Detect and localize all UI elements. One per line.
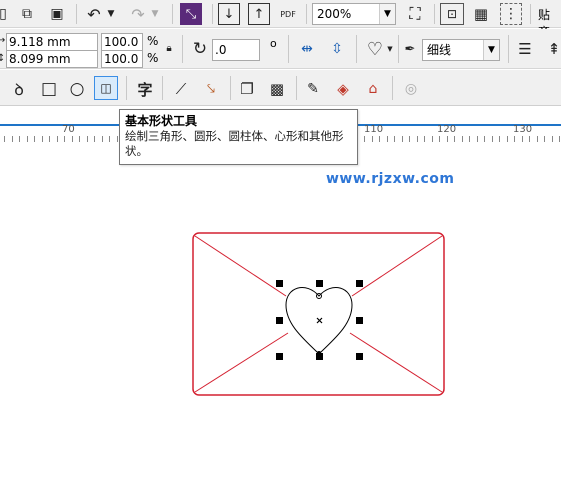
selection-handle[interactable] xyxy=(276,353,283,360)
envelope-diagonal xyxy=(349,332,443,393)
tooltip-description: 绘制三角形、圆形、圆柱体、心形和其他形状。 xyxy=(125,129,344,158)
envelope-diagonal xyxy=(194,332,289,393)
tooltip-title: 基本形状工具 xyxy=(125,114,198,128)
selection-handle[interactable] xyxy=(276,280,283,287)
envelope-diagonal xyxy=(351,235,443,297)
drawing-canvas[interactable] xyxy=(0,0,561,495)
tool-tooltip: 基本形状工具 绘制三角形、圆形、圆柱体、心形和其他形状。 xyxy=(119,109,358,165)
selection-handle[interactable] xyxy=(356,280,363,287)
selection-handle[interactable] xyxy=(356,353,363,360)
watermark-text: www.rjzxw.com xyxy=(326,171,455,187)
selection-handle[interactable] xyxy=(276,317,283,324)
selection-handle[interactable] xyxy=(316,353,323,360)
selection-handle[interactable] xyxy=(316,280,323,287)
selection-handle[interactable] xyxy=(356,317,363,324)
envelope-diagonal xyxy=(194,235,287,297)
